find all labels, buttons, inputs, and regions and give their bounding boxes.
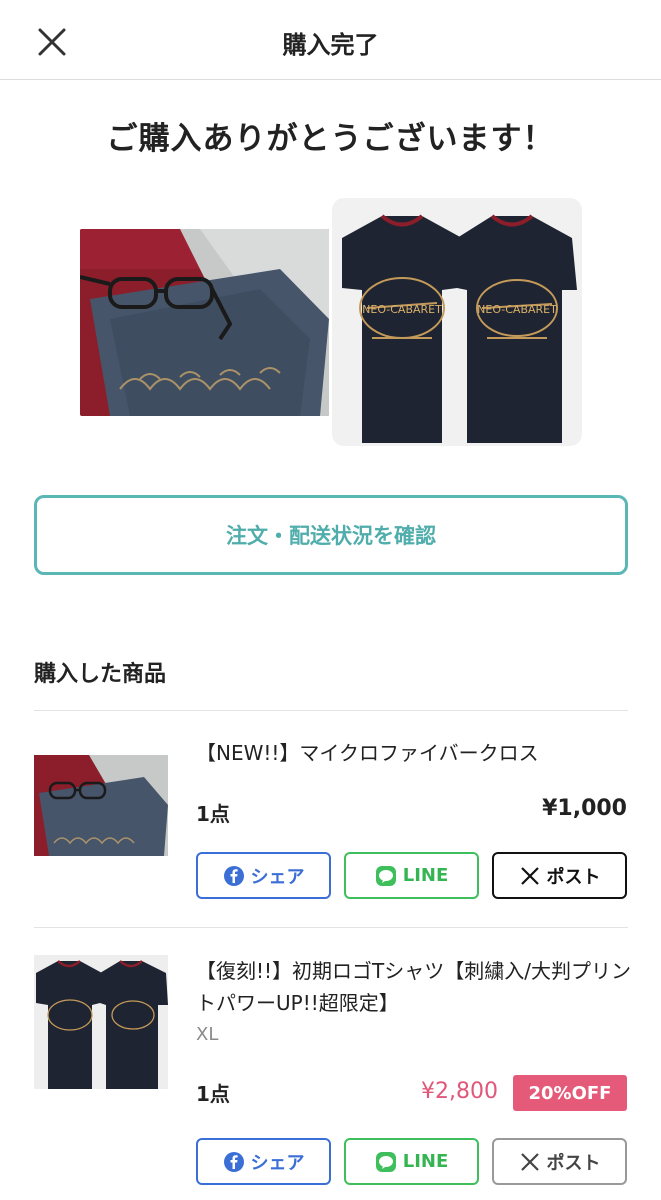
item-price: ¥1,000: [542, 796, 627, 821]
tshirts-image: NEO-CABARET NEO-CABARET: [332, 198, 582, 446]
item-thumbnail-cloth[interactable]: [34, 755, 168, 856]
item-thumbnail-tshirt[interactable]: [34, 955, 168, 1089]
facebook-icon: [223, 1151, 244, 1172]
line-share-button[interactable]: LINE: [344, 852, 479, 899]
item-quantity: 1点: [196, 1082, 230, 1106]
purchased-items-title: 購入した商品: [34, 662, 167, 687]
divider: [34, 927, 628, 928]
divider: [34, 710, 628, 711]
line-icon: [375, 1151, 396, 1172]
x-post-label: ポスト: [546, 866, 601, 888]
item-variant: XL: [196, 1024, 219, 1045]
svg-text:NEO-CABARET: NEO-CABARET: [362, 303, 442, 316]
line-share-label: LINE: [402, 1151, 449, 1172]
item-quantity: 1点: [196, 802, 230, 826]
item-name[interactable]: 【復刻!!】初期ロゴTシャツ【刺繍入/大判プリントパワーUP!!超限定】: [196, 955, 636, 1019]
microfiber-cloth-image: [80, 229, 329, 416]
header-bar: 購入完了: [0, 0, 661, 80]
facebook-icon: [223, 865, 244, 886]
discount-badge: 20%OFF: [513, 1075, 627, 1111]
x-post-label: ポスト: [546, 1152, 601, 1174]
facebook-share-button[interactable]: シェア: [196, 1138, 331, 1185]
line-share-button[interactable]: LINE: [344, 1138, 479, 1185]
x-icon: [520, 866, 539, 885]
x-post-button[interactable]: ポスト: [492, 1138, 627, 1185]
x-icon: [520, 1152, 539, 1171]
svg-text:NEO-CABARET: NEO-CABARET: [477, 303, 557, 316]
line-icon: [375, 865, 396, 886]
thanks-message: ご購入ありがとうございます！: [106, 121, 555, 157]
item-name[interactable]: 【NEW!!】マイクロファイバークロス: [196, 737, 636, 769]
order-status-button[interactable]: 注文・配送状況を確認: [34, 495, 628, 575]
page-title: 購入完了: [282, 31, 379, 59]
facebook-share-button[interactable]: シェア: [196, 852, 331, 899]
facebook-share-label: シェア: [250, 866, 305, 888]
line-share-label: LINE: [402, 865, 449, 886]
x-post-button[interactable]: ポスト: [492, 852, 627, 899]
item-sale-price: ¥2,800: [421, 1079, 498, 1104]
facebook-share-label: シェア: [250, 1152, 305, 1174]
